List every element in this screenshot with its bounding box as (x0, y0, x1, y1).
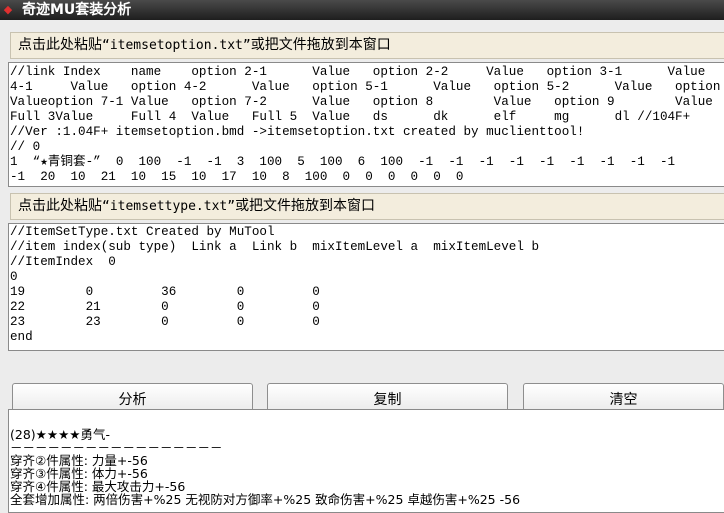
text-line: //ItemSetType.txt Created by MuTool (10, 225, 275, 239)
text-line: 23 23 0 0 0 (10, 315, 320, 329)
paste-prefix: 点击此处粘贴 (18, 37, 102, 53)
text-line: 19 0 36 0 0 (10, 285, 320, 299)
text-line: // 0 (10, 140, 41, 154)
option-filename: “itemsetoption.txt” (102, 38, 251, 53)
text-line: //ItemIndex 0 (10, 255, 116, 269)
text-line: 全套增加属性: 两倍伤害+%25 无视防对方御率+%25 致命伤害+%25 卓越… (10, 492, 521, 507)
text-line: 0 (10, 270, 18, 284)
text-line: 1 “★青铜套-” 0 100 -1 -1 3 100 5 100 6 100 … (10, 155, 676, 169)
text-line: Valueoption 7-1 Value option 7-2 Value o… (10, 95, 713, 109)
itemsettype-textarea[interactable]: //ItemSetType.txt Created by MuTool //it… (8, 223, 724, 351)
text-line: //item index(sub type) Link a Link b mix… (10, 240, 540, 254)
paste-suffix: 或把文件拖放到本窗口 (235, 198, 376, 214)
itemsettype-paste-bar[interactable]: 点击此处粘贴“itemsettype.txt”或把文件拖放到本窗口 (10, 193, 724, 220)
result-textarea[interactable]: (28)★★★★勇气- －－－－－－－－－－－－－－－－－ 穿齐②件属性: 力量… (8, 409, 724, 513)
itemsetoption-textarea[interactable]: //link Index name option 2-1 Value optio… (8, 62, 724, 187)
text-line: 4-1 Value option 4-2 Value option 5-1 Va… (10, 80, 721, 94)
app-icon: ◆ (3, 3, 13, 16)
text-line: 22 21 0 0 0 (10, 300, 320, 314)
text-line: -1 20 10 21 10 15 10 17 10 8 100 0 0 0 0… (10, 170, 464, 184)
paste-prefix: 点击此处粘贴 (18, 198, 102, 214)
text-line: //link Index name option 2-1 Value optio… (10, 65, 706, 79)
text-line: Full 3Value Full 4 Value Full 5 Value ds… (10, 110, 691, 124)
window-title: 奇迹MU套装分析 (22, 2, 132, 18)
itemsetoption-paste-bar[interactable]: 点击此处粘贴“itemsetoption.txt”或把文件拖放到本窗口 (10, 32, 724, 59)
type-filename: “itemsettype.txt” (102, 199, 236, 214)
paste-suffix: 或把文件拖放到本窗口 (250, 37, 391, 53)
main-panel: 点击此处粘贴“itemsetoption.txt”或把文件拖放到本窗口 //li… (0, 20, 724, 513)
text-line: end (10, 330, 33, 344)
title-bar: ◆ 奇迹MU套装分析 (0, 0, 724, 20)
text-line: //Ver :1.04F+ itemsetoption.bmd ->itemse… (10, 125, 585, 139)
